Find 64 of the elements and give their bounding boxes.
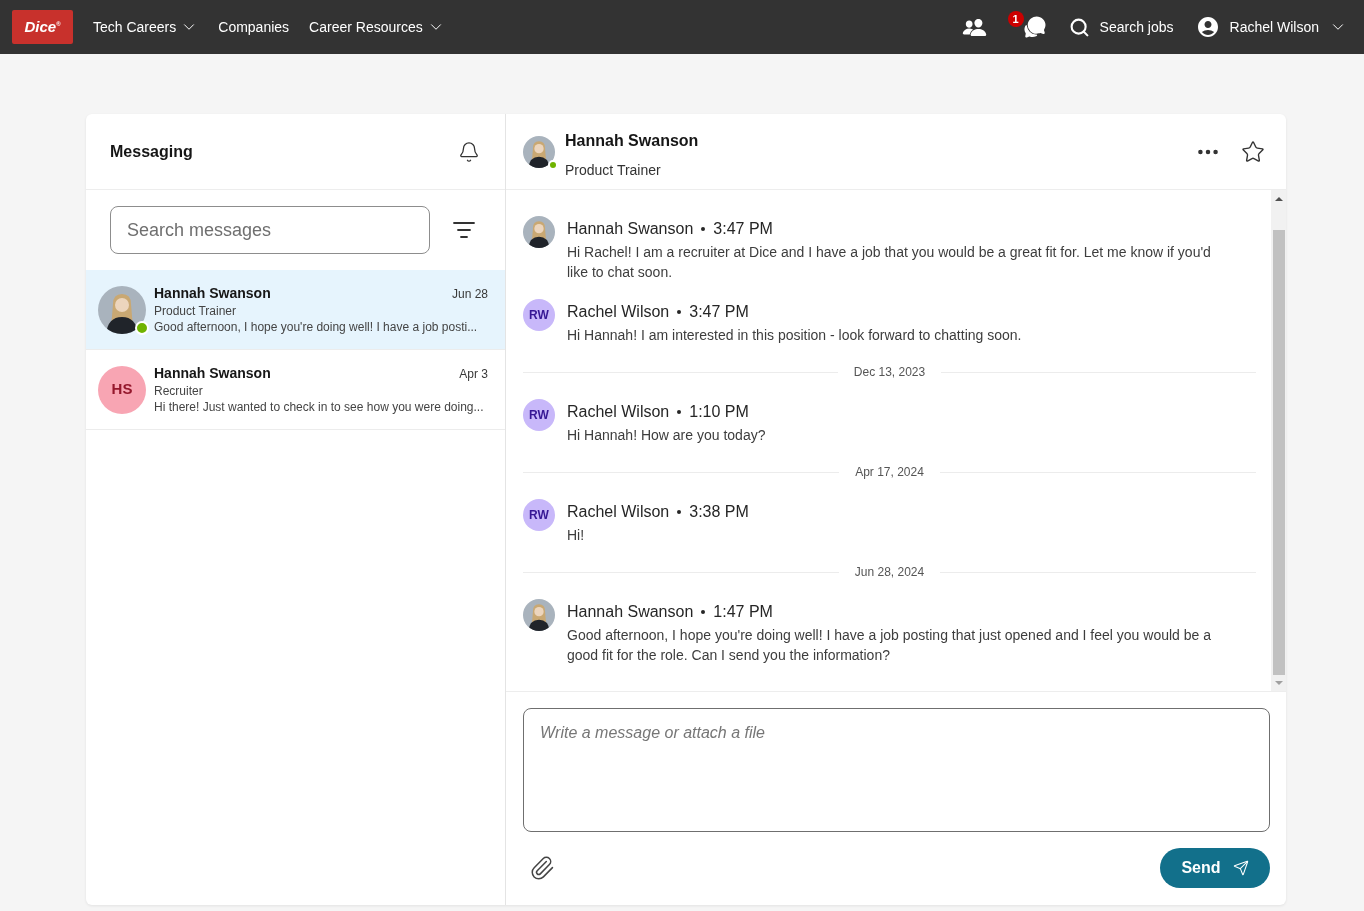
message-input[interactable]: Write a message or attach a file: [523, 708, 1270, 832]
search-jobs-button[interactable]: Search jobs: [1068, 16, 1174, 38]
message-time: 3:38 PM: [689, 502, 749, 522]
sender-name: Rachel Wilson: [567, 502, 670, 522]
avatar-silhouette-icon: [523, 216, 555, 248]
bullet-icon: [677, 310, 682, 314]
initials-avatar: RW: [523, 299, 555, 331]
nav-link[interactable]: Tech Careers: [93, 16, 199, 38]
avatar-silhouette-icon: [523, 599, 555, 631]
sender-name: Rachel Wilson: [567, 402, 670, 422]
contact-name: Hannah Swanson: [565, 131, 699, 151]
search-icon: [1068, 16, 1090, 38]
notification-badge: 1: [1007, 11, 1024, 27]
contact-name: Hannah Swanson: [154, 284, 271, 302]
user-menu-button[interactable]: Rachel Wilson: [1195, 15, 1347, 39]
send-button[interactable]: Send: [1160, 848, 1270, 888]
message-time: 1:10 PM: [689, 402, 749, 422]
search-field[interactable]: Search messages: [110, 206, 430, 254]
sender-name: Rachel Wilson: [567, 302, 670, 322]
message-time: 3:47 PM: [689, 302, 749, 322]
message-text: Hi Hannah! I am interested in this position - look forward to chatting soon.: [567, 326, 1023, 345]
message-text: Hi!: [567, 526, 586, 545]
contact-role: Product Trainer: [565, 161, 662, 180]
message-text: Good afternoon, I hope you're doing well! I have a job posting that just opened and I feel you would be a good fit for the role. Can I send you the information?: [567, 626, 1212, 665]
panel-title: Messaging: [110, 141, 193, 162]
caret-up-icon[interactable]: [1274, 197, 1283, 201]
date-divider-label: Jun 28, 2024: [853, 564, 926, 581]
avatar-silhouette-icon: [523, 135, 555, 168]
star-icon[interactable]: [1241, 139, 1265, 164]
contact-role: Recruiter: [154, 383, 204, 399]
scrollbar[interactable]: [1271, 190, 1286, 691]
conversation-date: Apr 3: [459, 366, 488, 383]
send-icon: [1232, 860, 1249, 876]
avatar-silhouette-icon: [98, 285, 146, 334]
chat-bubbles-icon[interactable]: [1022, 15, 1047, 39]
bullet-icon: [677, 410, 682, 414]
user-account-icon: [1195, 15, 1220, 39]
conversation-item[interactable]: Hannah Swanson Jun 28 Product Trainer Good afternoon, I hope you're doing well! I have a job posti...: [86, 270, 505, 350]
initials-avatar: RW: [523, 399, 555, 431]
date-divider-label: Dec 13, 2023: [852, 364, 927, 381]
initials-avatar: RW: [523, 499, 555, 531]
contact-role: Product Trainer: [154, 303, 238, 319]
conversation-date: Jun 28: [451, 286, 488, 303]
message-time: 1:47 PM: [713, 602, 773, 622]
sender-name: Hannah Swanson: [567, 602, 694, 622]
conversation-item[interactable]: HS Hannah Swanson Apr 3 Recruiter Hi there! Just wanted to check in to see how you were doing...: [86, 350, 505, 430]
nav-link[interactable]: Companies: [218, 16, 290, 38]
message-time: 3:47 PM: [713, 219, 773, 239]
date-divider-label: Apr 17, 2024: [854, 464, 925, 481]
paperclip-icon[interactable]: [529, 855, 555, 881]
scrollbar-thumb[interactable]: [1272, 230, 1285, 675]
logo[interactable]: Dice$^{®}$: [12, 10, 73, 44]
bullet-icon: [701, 227, 706, 231]
message-text: Hi Rachel! I am a recruiter at Dice and I have a job that you would be a great fit for. Let me know if you'd like to chat soon.: [567, 243, 1212, 282]
bullet-icon: [701, 610, 706, 614]
nav-link[interactable]: Career Resources: [309, 16, 445, 38]
bullet-icon: [677, 510, 682, 514]
message-preview: Good afternoon, I hope you're doing well! I have a job posti...: [154, 319, 479, 335]
message-text: Hi Hannah! How are you today?: [567, 426, 767, 445]
message-preview: Hi there! Just wanted to check in to see how you were doing...: [154, 399, 485, 415]
sender-name: Hannah Swanson: [567, 219, 694, 239]
initials-avatar: HS: [98, 365, 146, 414]
contact-name: Hannah Swanson: [154, 364, 271, 382]
bell-icon[interactable]: [458, 140, 480, 163]
